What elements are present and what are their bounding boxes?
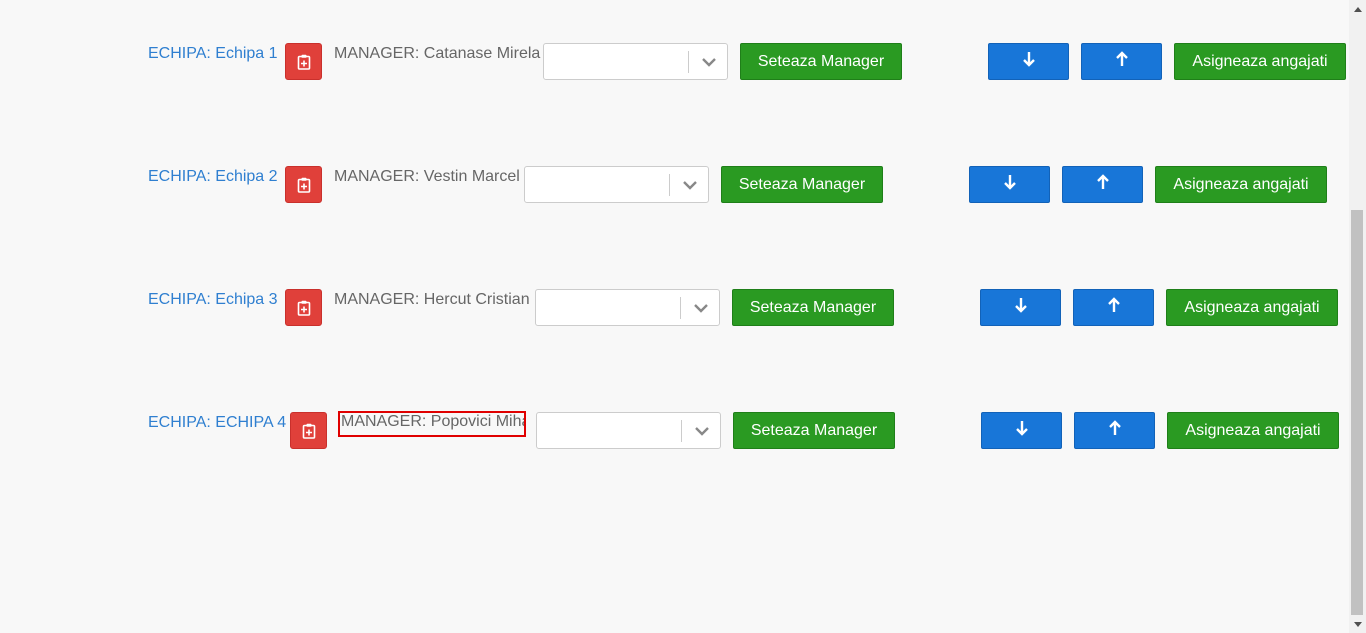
delete-team-button[interactable]	[290, 412, 327, 449]
move-up-button[interactable]	[1062, 166, 1143, 203]
select-divider	[688, 51, 689, 73]
delete-team-button[interactable]	[285, 289, 322, 326]
set-manager-button[interactable]: Seteaza Manager	[740, 43, 902, 80]
move-down-button[interactable]	[980, 289, 1061, 326]
chevron-down-icon	[701, 55, 717, 73]
scroll-up-icon[interactable]	[1349, 0, 1366, 17]
delete-team-button[interactable]	[285, 166, 322, 203]
set-manager-button[interactable]: Seteaza Manager	[732, 289, 894, 326]
assign-employees-button[interactable]: Asigneaza angajati	[1174, 43, 1346, 80]
manager-select[interactable]	[524, 166, 709, 203]
assign-employees-button[interactable]: Asigneaza angajati	[1166, 289, 1338, 326]
move-down-button[interactable]	[988, 43, 1069, 80]
move-down-button[interactable]	[969, 166, 1050, 203]
select-divider	[669, 174, 670, 196]
set-manager-button[interactable]: Seteaza Manager	[721, 166, 883, 203]
move-up-button[interactable]	[1074, 412, 1155, 449]
arrow-down-icon	[1003, 174, 1017, 195]
team-row: ECHIPA: Echipa 2 MANAGER: Vestin Marcel …	[0, 166, 1366, 206]
manager-select[interactable]	[543, 43, 728, 80]
arrow-down-icon	[1015, 420, 1029, 441]
chevron-down-icon	[682, 178, 698, 196]
scrollbar-thumb[interactable]	[1351, 210, 1363, 615]
clipboard-plus-icon	[297, 54, 311, 70]
team-link[interactable]: ECHIPA: ECHIPA 4	[148, 414, 286, 432]
team-row: ECHIPA: Echipa 3 MANAGER: Hercut Cristia…	[0, 289, 1366, 329]
arrow-up-icon	[1096, 174, 1110, 195]
manager-label: MANAGER: Popovici Mihai	[338, 411, 526, 437]
manager-select[interactable]	[536, 412, 721, 449]
arrow-down-icon	[1022, 51, 1036, 72]
manager-label: MANAGER: Hercut Cristian	[334, 291, 530, 308]
assign-employees-button[interactable]: Asigneaza angajati	[1167, 412, 1339, 449]
vertical-scrollbar[interactable]	[1349, 0, 1366, 633]
manager-label: MANAGER: Catanase Mirela	[334, 45, 541, 62]
team-row: ECHIPA: Echipa 1 MANAGER: Catanase Mirel…	[0, 43, 1366, 83]
select-divider	[680, 297, 681, 319]
arrow-up-icon	[1115, 51, 1129, 72]
manager-select[interactable]	[535, 289, 720, 326]
chevron-down-icon	[694, 424, 710, 442]
scroll-down-icon[interactable]	[1349, 616, 1366, 633]
move-up-button[interactable]	[1081, 43, 1162, 80]
clipboard-plus-icon	[297, 177, 311, 193]
assign-employees-button[interactable]: Asigneaza angajati	[1155, 166, 1327, 203]
team-link[interactable]: ECHIPA: Echipa 3	[148, 291, 278, 309]
manager-label: MANAGER: Vestin Marcel	[334, 168, 520, 185]
delete-team-button[interactable]	[285, 43, 322, 80]
team-link[interactable]: ECHIPA: Echipa 2	[148, 168, 278, 186]
select-divider	[681, 420, 682, 442]
clipboard-plus-icon	[297, 300, 311, 316]
teams-page: ECHIPA: Echipa 1 MANAGER: Catanase Mirel…	[0, 0, 1366, 633]
arrow-down-icon	[1014, 297, 1028, 318]
arrow-up-icon	[1107, 297, 1121, 318]
team-link[interactable]: ECHIPA: Echipa 1	[148, 45, 278, 63]
set-manager-button[interactable]: Seteaza Manager	[733, 412, 895, 449]
move-down-button[interactable]	[981, 412, 1062, 449]
chevron-down-icon	[693, 301, 709, 319]
team-row: ECHIPA: ECHIPA 4 MANAGER: Popovici Mihai…	[0, 411, 1366, 452]
arrow-up-icon	[1108, 420, 1122, 441]
move-up-button[interactable]	[1073, 289, 1154, 326]
clipboard-plus-icon	[302, 423, 316, 439]
